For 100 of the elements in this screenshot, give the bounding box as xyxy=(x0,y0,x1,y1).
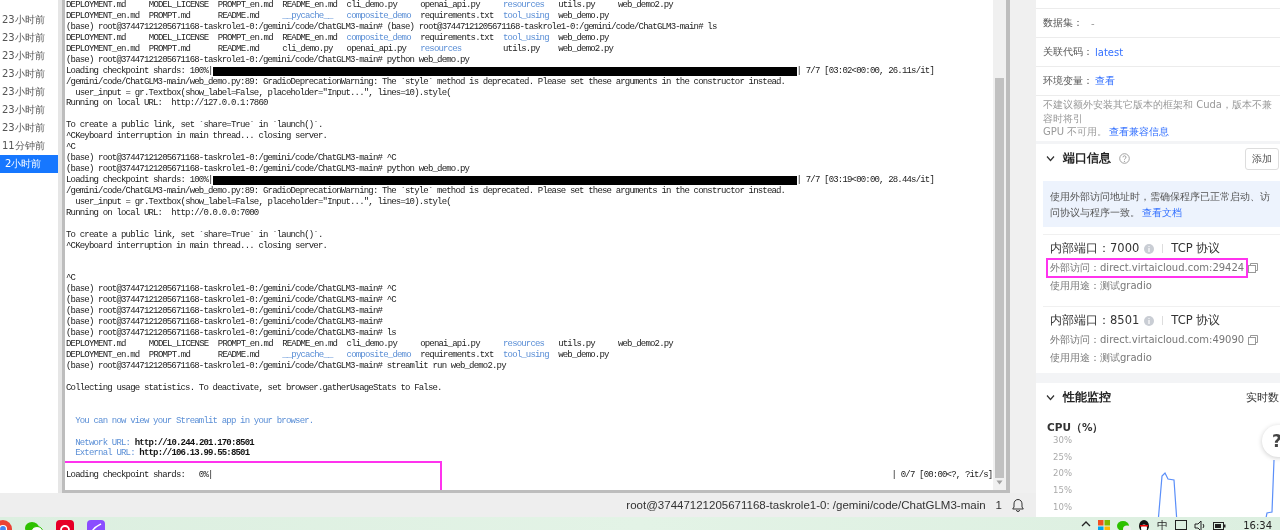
file-name: PROMPT_en.md xyxy=(217,339,274,350)
file-name: DEPLOYMENT_en.md xyxy=(66,350,141,361)
battery-icon[interactable] xyxy=(1213,520,1227,530)
history-item[interactable]: 23小时前 xyxy=(0,47,58,65)
folder-name: tool_using xyxy=(502,10,550,22)
terminal-line: Collecting usage statistics. To deactivate, set browser.gatherUsageStats to False. xyxy=(66,382,443,394)
terminal-line: To create a public link, set `share=True` in `launch()`. xyxy=(66,120,324,131)
file-name: requirements.txt xyxy=(420,10,495,22)
file-name: README.md xyxy=(217,350,261,361)
history-item[interactable]: 23小时前 xyxy=(0,101,58,119)
bell-icon[interactable] xyxy=(1012,498,1024,512)
history-item[interactable]: 23小时前 xyxy=(0,11,58,29)
file-name: PROMPT_en.md xyxy=(217,32,274,44)
copy-icon[interactable] xyxy=(1248,262,1259,273)
file-name: PROMPT.md xyxy=(148,350,192,361)
terminal-line: (base) root@37447121205671168-taskrole1-0:/gemini/code/ChatGLM3-main# streamlit run web_demo2.py xyxy=(66,360,507,372)
url-label: External URL: xyxy=(75,448,136,460)
history-item[interactable]: 23小时前 xyxy=(0,29,58,47)
folder-name: composite_demo xyxy=(346,32,412,44)
url-link[interactable]: http://10.244.201.170:8501 xyxy=(134,437,254,449)
history-item[interactable]: 23小时前 xyxy=(0,83,58,101)
chevron-icon[interactable] xyxy=(1046,154,1055,163)
note-text: 不建议额外安装其它版本的框架和 Cuda，版本不兼容时将引 xyxy=(1043,99,1272,124)
speaker-icon[interactable] xyxy=(1194,520,1207,530)
file-name: README_en.md xyxy=(282,339,339,350)
terminal-line: ^CKeyboard interruption in main thread... closing server. xyxy=(66,131,329,143)
add-button[interactable]: 添加 xyxy=(1245,147,1279,170)
file-name: README.md xyxy=(217,43,261,55)
file-name: openai_api.py xyxy=(420,0,481,11)
terminal-line: Running on local URL: http://127.0.0.1:7860 xyxy=(66,98,269,110)
info-icon xyxy=(1144,243,1155,254)
folder-name: composite_demo xyxy=(346,350,412,361)
file-name: README_en.md xyxy=(282,0,339,11)
realtime-data-tab[interactable]: 实时数 xyxy=(1246,390,1279,405)
axis-tick-label: 30% xyxy=(1053,434,1072,445)
file-name: web_demo2.py xyxy=(617,0,673,11)
folder-name: tool_using xyxy=(502,32,550,44)
copy-icon[interactable] xyxy=(1248,334,1259,345)
note-text: GPU 不可用。 xyxy=(1043,126,1108,137)
file-name: DEPLOYMENT.md xyxy=(66,0,127,11)
file-name: openai_api.py xyxy=(420,339,481,350)
file-name: utils.py xyxy=(502,43,541,55)
chevron-icon[interactable] xyxy=(1046,393,1055,402)
file-name: MODEL_LICENSE xyxy=(148,32,210,44)
folder-name: tool_using xyxy=(502,350,550,361)
terminal-line: (base) root@37447121205671168-taskrole1-0:/gemini/code/ChatGLM3-main# python web_demo.py xyxy=(66,164,471,175)
chevron-up-icon[interactable] xyxy=(1081,520,1092,528)
file-name: DEPLOYMENT.md xyxy=(66,32,127,44)
terminal-line: (base) root@37447121205671168-taskrole1-0:/gemini/code/ChatGLM3-main# ^C xyxy=(66,284,397,295)
field-label: 数据集： xyxy=(1043,16,1083,30)
scrollbar-thumb[interactable] xyxy=(995,78,1004,478)
progress-stats: | 7/7 [03:02<00:00, 26.11s/it] xyxy=(796,65,935,77)
file-name: web_demo.py xyxy=(558,32,610,44)
scrollbar[interactable] xyxy=(993,0,1006,490)
monitor-icon[interactable] xyxy=(1175,520,1188,530)
file-name: PROMPT_en.md xyxy=(217,0,274,11)
port-usage: 使用用途：测试gradio xyxy=(1050,278,1152,293)
terminal-line: (base) root@37447121205671168-taskrole1-0:/gemini/code/ChatGLM3-main# python web_demo.py xyxy=(66,54,471,66)
protocol: TCP 协议 xyxy=(1171,241,1221,256)
history-item[interactable]: 23小时前 xyxy=(0,65,58,83)
file-name: DEPLOYMENT_en.md xyxy=(66,10,141,22)
file-name: utils.py xyxy=(558,0,596,11)
terminal-line: (base) root@37447121205671168-taskrole1-0:/gemini/code/ChatGLM3-main# ^C xyxy=(66,153,397,164)
section-title: 端口信息 xyxy=(1063,151,1111,166)
history-item[interactable]: 23小时前 xyxy=(0,119,58,137)
terminal-line: (base) root@37447121205671168-taskrole1-0:/gemini/code/ChatGLM3-main# xyxy=(66,317,384,328)
folder-name: resources xyxy=(502,339,546,350)
folder-name: __pycache__ xyxy=(282,10,335,22)
colored-squares-icon[interactable] xyxy=(1098,520,1111,530)
terminal-line: (base) root@37447121205671168-taskrole1-0:/gemini/code/ChatGLM3-main# ^C xyxy=(66,295,397,306)
file-name: web_demo2.py xyxy=(558,43,615,55)
clock[interactable]: 16:34 xyxy=(1243,521,1272,530)
file-name: README_en.md xyxy=(282,32,339,44)
history-item[interactable]: 11分钟前 xyxy=(0,137,58,155)
field-link[interactable]: 查看 xyxy=(1095,74,1115,88)
file-name: requirements.txt xyxy=(420,350,495,361)
file-name: PROMPT.md xyxy=(148,43,192,55)
file-name: cli_demo.py xyxy=(346,0,399,11)
terminal-line: /gemini/code/ChatGLM3-main/web_demo.py:89: GradioDeprecationWarning: The `style` method is deprecated. Please set these arguments in the constructor instead. xyxy=(66,76,787,88)
field-link[interactable]: latest xyxy=(1095,46,1124,58)
terminal-line: /gemini/code/ChatGLM3-main/web_demo.py:89: GradioDeprecationWarning: The `style` method is deprecated. Please set these arguments in the constructor instead. xyxy=(66,185,787,197)
field-value: - xyxy=(1091,17,1095,29)
axis-tick-label: 15% xyxy=(1053,484,1072,495)
file-name: MODEL_LICENSE xyxy=(148,339,210,350)
terminal-line: (base) root@37447121205671168-taskrole1-0:/gemini/code/ChatGLM3-main# ls xyxy=(66,328,397,339)
penguin-icon[interactable] xyxy=(1138,520,1151,530)
chart-title: CPU（%） xyxy=(1047,420,1104,433)
terminal-line: ^CKeyboard interruption in main thread... closing server. xyxy=(66,240,329,252)
external-address: 外部访问：direct.virtaicloud.com:29424 xyxy=(1050,260,1245,275)
field-label: 关联代码： xyxy=(1043,45,1093,59)
docs-link[interactable]: 查看文档 xyxy=(1142,205,1182,218)
axis-tick-label: 25% xyxy=(1053,451,1072,462)
url-link[interactable]: http://106.13.99.55:8501 xyxy=(139,448,250,460)
status-path: root@37447121205671168-taskrole1-0: /gemini/code/ChatGLM3-main xyxy=(626,499,986,511)
input-method-indicator[interactable]: 中 xyxy=(1157,519,1169,530)
file-name: cli_demo.py xyxy=(282,43,334,55)
history-item[interactable]: 2小时前 xyxy=(0,155,58,173)
compatibility-link[interactable]: 查看兼容信息 xyxy=(1109,126,1170,137)
file-name: requirements.txt xyxy=(420,32,495,44)
terminal-line: ^C xyxy=(66,142,77,153)
